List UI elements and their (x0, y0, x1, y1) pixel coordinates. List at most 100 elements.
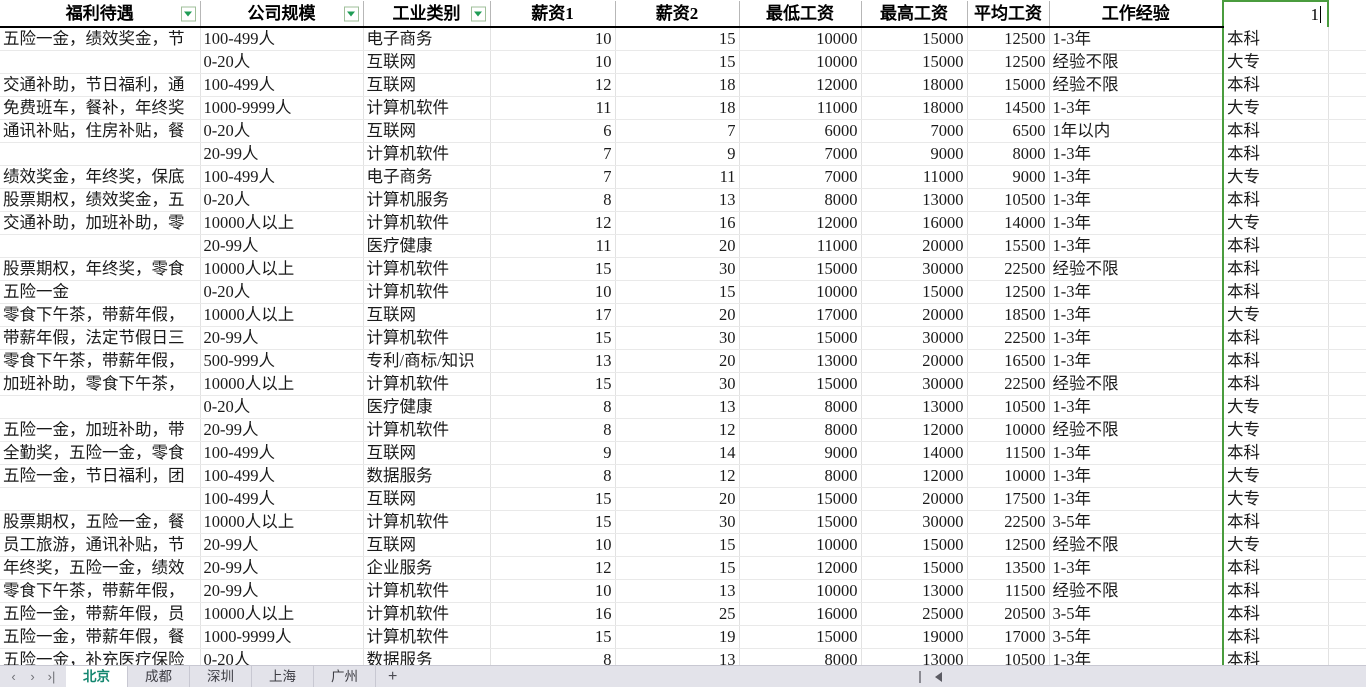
cell-blank[interactable] (1328, 349, 1366, 373)
cell-maxw[interactable]: 7000 (861, 119, 968, 143)
cell-size[interactable]: 100-499人 (200, 165, 364, 189)
cell-edu[interactable]: 大专 (1222, 418, 1329, 442)
cell-blank[interactable] (1328, 625, 1366, 649)
cell-exp[interactable]: 1-3年 (1049, 165, 1224, 189)
cell-size[interactable]: 100-499人 (200, 441, 364, 465)
cell-sal2[interactable]: 14 (615, 441, 740, 465)
cell-avgw[interactable]: 22500 (967, 257, 1050, 281)
cell-industry[interactable]: 互联网 (363, 50, 491, 74)
cell-size[interactable]: 100-499人 (200, 73, 364, 97)
cell-sal2[interactable]: 13 (615, 579, 740, 603)
cell-maxw[interactable]: 9000 (861, 142, 968, 166)
table-row[interactable]: 五险一金 0-20人 计算机软件 10 15 10000 15000 12500 1-3年 本科 (0, 280, 1366, 304)
cell-blank[interactable] (1328, 510, 1366, 534)
cell-exp[interactable]: 经验不限 (1049, 257, 1224, 281)
cell-welfare[interactable] (0, 142, 201, 166)
cell-welfare[interactable]: 零食下午茶，带薪年假， (0, 349, 201, 373)
last-sheet-icon[interactable]: ›| (43, 666, 60, 687)
scroll-grip-icon[interactable] (919, 670, 921, 683)
cell-maxw[interactable]: 25000 (861, 602, 968, 626)
cell-sal2[interactable]: 15 (615, 556, 740, 580)
cell-sal1[interactable]: 15 (490, 625, 616, 649)
cell-blank[interactable] (1328, 280, 1366, 304)
cell-minw[interactable]: 15000 (739, 510, 862, 534)
cell-industry[interactable]: 计算机软件 (363, 579, 491, 603)
cell-exp[interactable]: 1-3年 (1049, 556, 1224, 580)
cell-blank[interactable] (1328, 533, 1366, 557)
cell-edu[interactable]: 本科 (1222, 119, 1329, 143)
cell-exp[interactable]: 经验不限 (1049, 50, 1224, 74)
cell-welfare[interactable]: 五险一金，带薪年假，餐 (0, 625, 201, 649)
cell-welfare[interactable]: 加班补助，零食下午茶， (0, 372, 201, 396)
cell-minw[interactable]: 10000 (739, 27, 862, 51)
cell-sal2[interactable]: 13 (615, 188, 740, 212)
cell-edu[interactable]: 大专 (1222, 211, 1329, 235)
cell-welfare[interactable]: 五险一金，补充医疗保险 (0, 648, 201, 665)
cell-size[interactable]: 10000人以上 (200, 303, 364, 327)
cell-size[interactable]: 20-99人 (200, 326, 364, 350)
cell-avgw[interactable]: 18500 (967, 303, 1050, 327)
cell-industry[interactable]: 互联网 (363, 73, 491, 97)
cell-industry[interactable]: 电子商务 (363, 27, 491, 51)
cell-maxw[interactable]: 13000 (861, 395, 968, 419)
cell-maxw[interactable]: 15000 (861, 280, 968, 304)
cell-industry[interactable]: 计算机软件 (363, 257, 491, 281)
cell-avgw[interactable]: 20500 (967, 602, 1050, 626)
column-header-size[interactable]: 公司规模 (200, 1, 364, 28)
cell-edu[interactable]: 本科 (1222, 234, 1329, 258)
cell-industry[interactable]: 计算机服务 (363, 188, 491, 212)
cell-industry[interactable]: 计算机软件 (363, 510, 491, 534)
cell-sal2[interactable]: 30 (615, 257, 740, 281)
cell-sal1[interactable]: 10 (490, 27, 616, 51)
cell-size[interactable]: 20-99人 (200, 533, 364, 557)
cell-exp[interactable]: 1-3年 (1049, 188, 1224, 212)
cell-blank[interactable] (1328, 602, 1366, 626)
cell-welfare[interactable] (0, 395, 201, 419)
cell-welfare[interactable]: 股票期权，五险一金，餐 (0, 510, 201, 534)
cell-avgw[interactable]: 12500 (967, 280, 1050, 304)
cell-minw[interactable]: 8000 (739, 395, 862, 419)
cell-edu[interactable]: 本科 (1222, 372, 1329, 396)
cell-avgw[interactable]: 6500 (967, 119, 1050, 143)
cell-avgw[interactable]: 13500 (967, 556, 1050, 580)
cell-blank[interactable] (1328, 257, 1366, 281)
cell-minw[interactable]: 12000 (739, 73, 862, 97)
table-row[interactable]: 年终奖，五险一金，绩效 20-99人 企业服务 12 15 12000 15000 13500… (0, 556, 1366, 580)
cell-blank[interactable] (1328, 165, 1366, 189)
cell-blank[interactable] (1328, 395, 1366, 419)
cell-welfare[interactable]: 五险一金 (0, 280, 201, 304)
cell-sal2[interactable]: 15 (615, 27, 740, 51)
cell-welfare[interactable] (0, 487, 201, 511)
add-sheet-button[interactable]: + (376, 666, 409, 687)
cell-minw[interactable]: 13000 (739, 349, 862, 373)
cell-welfare[interactable]: 年终奖，五险一金，绩效 (0, 556, 201, 580)
cell-sal2[interactable]: 13 (615, 648, 740, 665)
sheet-tab-4[interactable]: 上海 (252, 665, 314, 687)
cell-exp[interactable]: 1-3年 (1049, 211, 1224, 235)
cell-exp[interactable]: 经验不限 (1049, 533, 1224, 557)
cell-sal1[interactable]: 15 (490, 510, 616, 534)
table-row[interactable]: 20-99人 医疗健康 11 20 11000 20000 15500 1-3年 本科 (0, 234, 1366, 258)
cell-sal1[interactable]: 15 (490, 372, 616, 396)
cell-sal1[interactable]: 15 (490, 326, 616, 350)
table-row[interactable]: 五险一金，带薪年假，员 10000人以上 计算机软件 16 25 16000 25000 20… (0, 602, 1366, 626)
cell-exp[interactable]: 1-3年 (1049, 280, 1224, 304)
scroll-left-icon[interactable] (935, 671, 942, 682)
cell-sal2[interactable]: 20 (615, 349, 740, 373)
cell-blank[interactable] (1328, 441, 1366, 465)
cell-sal1[interactable]: 10 (490, 50, 616, 74)
cell-industry[interactable]: 计算机软件 (363, 142, 491, 166)
cell-sal2[interactable]: 20 (615, 487, 740, 511)
cell-edu[interactable]: 本科 (1222, 142, 1329, 166)
cell-welfare[interactable] (0, 50, 201, 74)
cell-welfare[interactable]: 带薪年假，法定节假日三 (0, 326, 201, 350)
cell-edu[interactable]: 本科 (1222, 73, 1329, 97)
sheet-nav-arrows[interactable]: ‹ › ›| (0, 666, 66, 687)
cell-edu[interactable]: 大专 (1222, 464, 1329, 488)
cell-exp[interactable]: 1-3年 (1049, 441, 1224, 465)
cell-exp[interactable]: 1-3年 (1049, 464, 1224, 488)
cell-avgw[interactable]: 12500 (967, 533, 1050, 557)
cell-size[interactable]: 20-99人 (200, 418, 364, 442)
cell-edu[interactable]: 大专 (1222, 50, 1329, 74)
cell-edu[interactable]: 本科 (1222, 602, 1329, 626)
